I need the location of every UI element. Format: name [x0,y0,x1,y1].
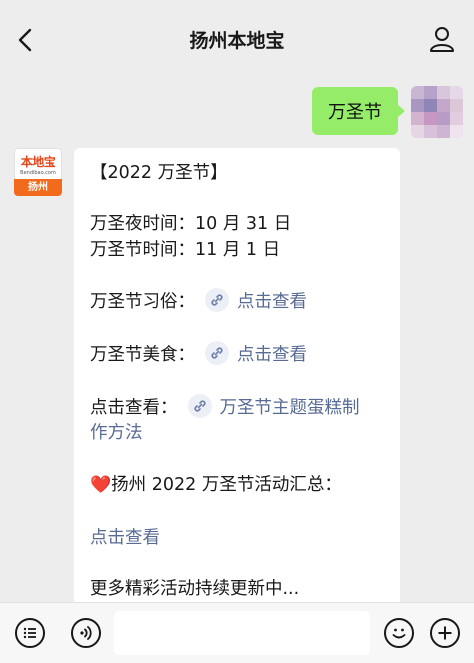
customs-link[interactable]: 点击查看 [237,292,307,312]
chat-input-bar [0,602,474,663]
events-line: ❤️扬州 2022 万圣节活动汇总： [90,472,342,498]
link-icon [187,394,212,418]
eve-time-line: 万圣夜时间：10 月 31 日 [90,211,291,237]
plus-icon[interactable] [430,618,460,648]
day-time-line: 万圣节时间：11 月 1 日 [90,237,280,263]
food-label: 万圣节美食： [90,345,195,365]
day-date: 11 月 1 日 [195,240,281,260]
customs-label: 万圣节习俗： [90,292,195,312]
person-icon[interactable] [428,25,456,53]
avatar-city-label: 扬州 [14,179,62,196]
eve-label: 万圣夜时间： [90,214,195,234]
message-input[interactable] [114,611,370,655]
bot-message-bubble: 【2022 万圣节】 万圣夜时间：10 月 31 日 万圣节时间：11 月 1 … [74,148,400,618]
customs-line: 万圣节习俗： 点击查看 [90,288,307,315]
user-message-text: 万圣节 [328,102,382,123]
chat-title: 扬州本地宝 [189,30,285,52]
day-label: 万圣节时间： [90,240,195,260]
avatar-logo-text: 本地宝 [20,155,56,169]
avatar-mosaic [411,86,463,138]
message-heading: 【2022 万圣节】 [90,163,228,183]
avatar-logo-sub: Bendibao.com [20,170,56,176]
user-avatar[interactable] [411,86,463,138]
link-icon [205,341,229,365]
heart-icon: ❤️ [90,475,112,495]
food-link[interactable]: 点击查看 [237,345,307,365]
food-line: 万圣节美食： 点击查看 [90,341,307,368]
more-text: 更多精彩活动持续更新中... [90,579,300,599]
smiley-icon[interactable] [384,618,414,648]
cake-line: 点击查看： 万圣节主题蛋糕制 [90,394,360,421]
cake-link-cont[interactable]: 作方法 [90,420,143,446]
events-label: 扬州 2022 万圣节活动汇总： [111,475,342,495]
events-link[interactable]: 点击查看 [90,525,160,551]
voice-icon[interactable] [71,618,101,648]
cake-label: 点击查看： [90,398,178,418]
cake-link[interactable]: 万圣节主题蛋糕制 [220,398,360,418]
chat-header: 扬州本地宝 [0,0,474,80]
eve-date: 10 月 31 日 [195,214,292,234]
user-message-bubble[interactable]: 万圣节 [312,87,405,135]
link-icon [205,288,229,312]
bot-avatar[interactable]: 本地宝 Bendibao.com 扬州 [14,148,62,196]
list-menu-icon[interactable] [15,618,45,648]
